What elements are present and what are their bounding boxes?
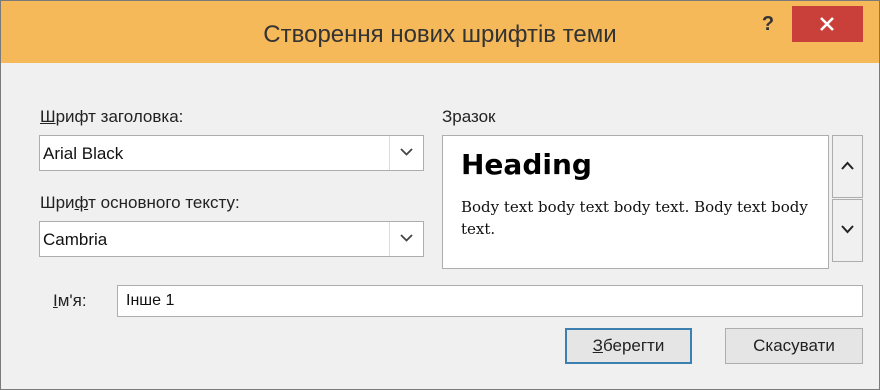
chevron-up-icon xyxy=(841,161,854,170)
heading-font-value: Arial Black xyxy=(43,144,124,163)
heading-font-label: Шрифт заголовка: xyxy=(40,107,184,126)
help-button[interactable]: ? xyxy=(753,11,783,41)
sample-heading: Heading xyxy=(461,148,592,181)
close-icon xyxy=(820,17,834,31)
sample-label: Зразок xyxy=(442,107,496,126)
dialog-title: Створення нових шрифтів теми xyxy=(263,21,617,48)
dialog-window: Створення нових шрифтів теми ? Шрифт заг… xyxy=(0,0,880,390)
heading-font-select[interactable]: Arial Black xyxy=(39,135,424,171)
body-font-select[interactable]: Cambria xyxy=(39,221,424,257)
chevron-down-icon xyxy=(841,225,854,234)
sample-body-text: Body text body text body text. Body text… xyxy=(461,198,808,238)
body-font-dropdown-button[interactable] xyxy=(389,222,423,256)
close-button[interactable] xyxy=(792,6,863,42)
sample-scroll-down-button[interactable] xyxy=(832,199,863,262)
save-button[interactable]: Зберегти xyxy=(565,328,692,364)
sample-preview: Heading Body text body text body text. B… xyxy=(442,135,829,269)
sample-scroll-up-button[interactable] xyxy=(832,135,863,198)
title-bar[interactable]: Створення нових шрифтів теми ? xyxy=(1,1,879,63)
cancel-button[interactable]: Скасувати xyxy=(725,328,863,364)
dialog-content: Шрифт заголовка: Arial Black Шрифт основ… xyxy=(15,63,865,378)
chevron-down-icon xyxy=(400,148,413,156)
chevron-down-icon xyxy=(400,234,413,242)
name-input[interactable] xyxy=(117,285,863,317)
name-label: Ім'я: xyxy=(53,291,87,310)
heading-font-dropdown-button[interactable] xyxy=(389,136,423,170)
help-icon: ? xyxy=(761,13,775,35)
body-font-value: Cambria xyxy=(43,230,108,249)
body-font-label: Шрифт основного тексту: xyxy=(40,193,240,212)
